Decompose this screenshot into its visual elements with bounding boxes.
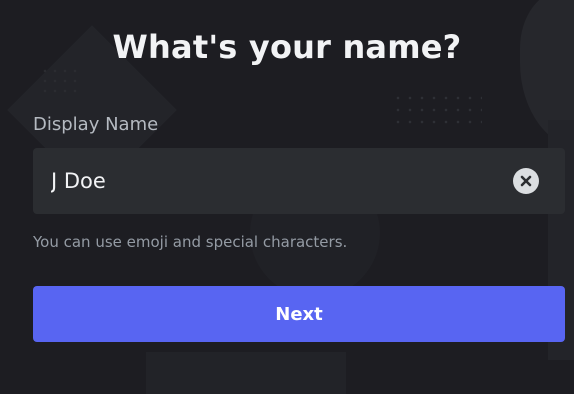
background-rect-shape <box>146 352 346 394</box>
display-name-label: Display Name <box>33 114 159 135</box>
page-title: What's your name? <box>112 28 462 66</box>
display-name-field[interactable] <box>33 148 565 214</box>
clear-input-button[interactable] <box>513 168 539 194</box>
display-name-hint: You can use emoji and special characters… <box>33 233 348 251</box>
clear-icon <box>520 175 532 187</box>
onboarding-screen: What's your name? Display Name You can u… <box>0 0 574 394</box>
background-dots <box>40 66 80 96</box>
display-name-input[interactable] <box>51 148 511 214</box>
background-dot-grid <box>392 92 482 132</box>
background-blob-shape <box>520 0 574 150</box>
next-button[interactable]: Next <box>33 286 565 342</box>
